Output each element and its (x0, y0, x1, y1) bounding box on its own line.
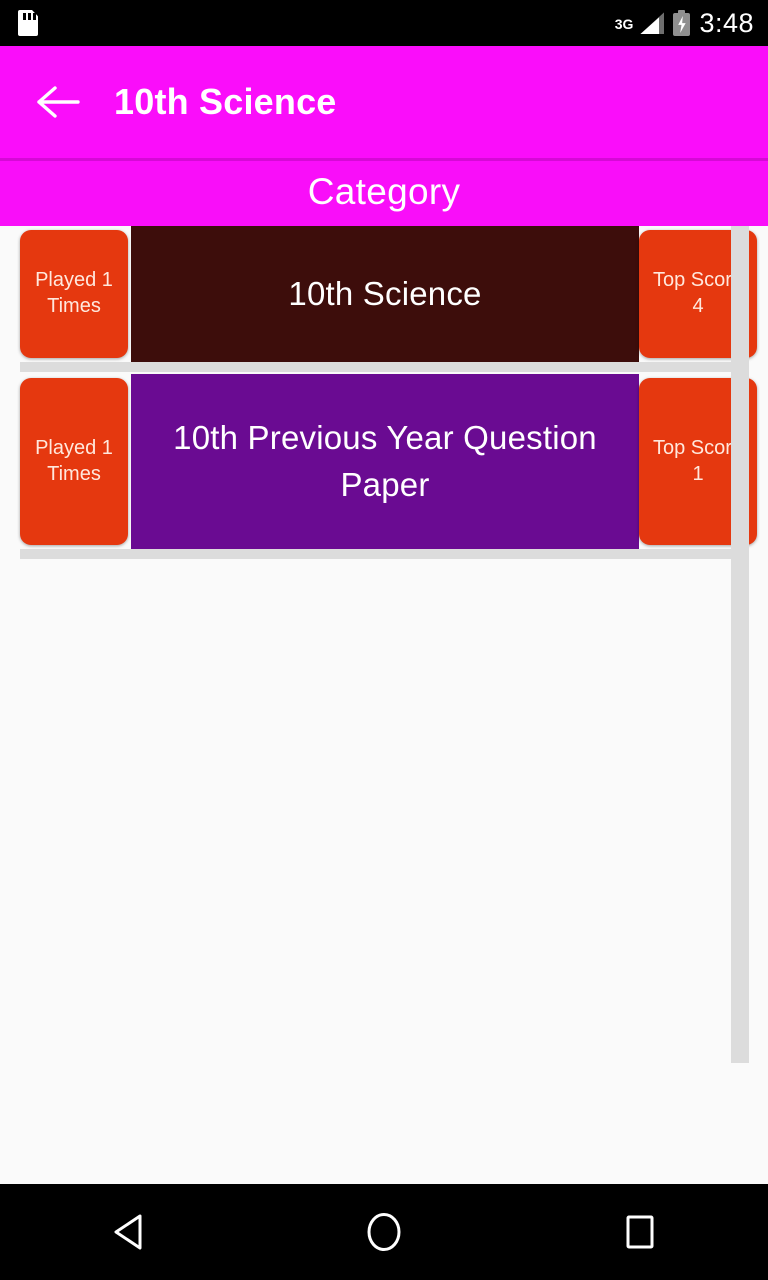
signal-bars-icon (640, 12, 665, 34)
category-header-label: Category (307, 171, 461, 212)
top-score-label: Top Score (652, 269, 744, 292)
category-list[interactable]: Played 1 Times 10th Science Top Score 4 … (0, 226, 768, 1184)
status-bar: 3G 3:48 (0, 0, 768, 46)
vertical-scrollbar[interactable] (731, 226, 749, 1063)
list-item-title: 10th Science (288, 274, 482, 312)
app-bar: 10th Science (0, 46, 768, 158)
played-count-label: Played 1 (35, 436, 113, 459)
nav-home-circle-icon[interactable] (329, 1184, 439, 1280)
category-header-bar: Category (0, 158, 768, 226)
top-score-value: 4 (692, 295, 704, 317)
list-divider (20, 362, 740, 372)
battery-charging-icon (673, 10, 691, 36)
page-title: 10th Science (114, 81, 337, 122)
nav-recents-square-icon[interactable] (585, 1184, 695, 1280)
played-count-label: Played 1 (35, 269, 113, 292)
status-bar-right: 3G 3:48 (614, 7, 754, 38)
sd-card-icon (18, 10, 38, 36)
top-score-value: 1 (692, 462, 704, 485)
list-item-body[interactable]: 10th Science (131, 226, 639, 362)
back-arrow-icon[interactable] (22, 66, 94, 138)
list-item[interactable]: Played 1 Times 10th Science Top Score 4 (0, 226, 768, 372)
list-item-body[interactable]: 10th Previous Year Question Paper (131, 374, 639, 549)
app-screen: 3G 3:48 10th Science Category Played 1 T… (0, 0, 768, 1280)
android-navigation-bar (0, 1184, 768, 1280)
top-score-label: Top Score (652, 436, 744, 459)
played-count-badge[interactable]: Played 1 Times (20, 378, 128, 545)
played-count-sub: Times (47, 295, 101, 317)
status-bar-left (18, 10, 615, 36)
status-bar-clock: 3:48 (699, 7, 754, 38)
list-item-title: 10th Previous Year Question Paper (173, 418, 597, 503)
played-count-badge[interactable]: Played 1 Times (20, 230, 128, 358)
nav-back-triangle-icon[interactable] (73, 1184, 183, 1280)
played-count-sub: Times (47, 462, 101, 485)
list-divider (20, 549, 740, 559)
list-item[interactable]: Played 1 Times 10th Previous Year Questi… (0, 374, 768, 559)
network-type-label: 3G (614, 15, 634, 32)
category-header-shadow (0, 158, 768, 161)
